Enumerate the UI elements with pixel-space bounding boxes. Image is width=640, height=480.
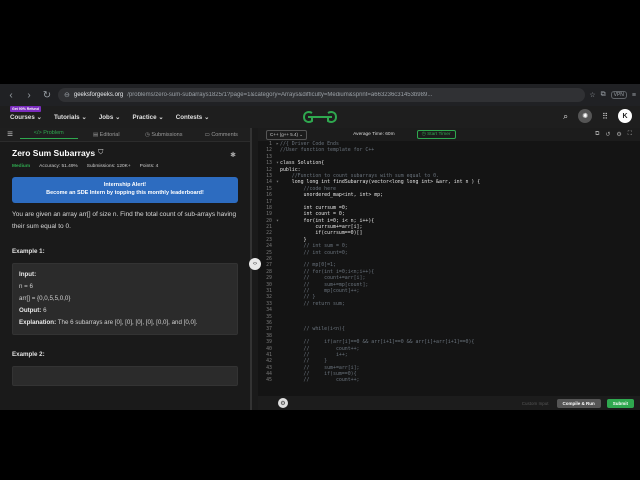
bookmark-star-icon[interactable]: ☆: [589, 91, 595, 99]
custom-input-toggle[interactable]: Custom Input: [522, 401, 549, 406]
chevron-down-icon: ⌄: [81, 113, 87, 121]
report-bug-icon[interactable]: ✱: [230, 151, 236, 159]
search-icon[interactable]: ⌕: [563, 111, 568, 122]
output-value: 6: [43, 307, 47, 314]
lock-icon: ⊖: [64, 92, 70, 99]
chevron-down-icon: ⌄: [204, 113, 210, 121]
reload-icon[interactable]: ↻: [40, 90, 54, 101]
accuracy-stat: Accuracy: 51.49%: [39, 164, 78, 169]
input-arr: arr[] = {0,0,5,5,0,0}: [19, 295, 71, 302]
nav-contests[interactable]: Contests ⌄: [176, 114, 210, 121]
problem-panel: ≡ </> Problem ▤ Editorial ◷ Submissions …: [0, 128, 252, 410]
submit-button[interactable]: Submit: [606, 398, 634, 408]
compile-run-button[interactable]: Compile & Run: [556, 398, 601, 408]
forward-icon[interactable]: ›: [22, 90, 36, 101]
reset-icon[interactable]: ↺: [605, 131, 610, 138]
example-1-box: Input: n = 6 arr[] = {0,0,5,5,0,0} Outpu…: [12, 263, 238, 335]
panel-resize-handle[interactable]: ‹›: [249, 258, 261, 270]
example-2-label: Example 2:: [12, 351, 45, 358]
code-text: // while(i<n){: [280, 326, 345, 333]
address-bar[interactable]: ⊖ geeksforgeeks.org /problems/zero-sum-s…: [58, 88, 586, 102]
vpn-badge[interactable]: VPN: [610, 91, 627, 99]
chevron-down-icon: ⌄: [158, 113, 164, 121]
site-header: Get 90% Refund Courses ⌄ Tutorials ⌄ Jobs ⌄…: [0, 105, 640, 128]
apps-grid-icon[interactable]: ⠿: [602, 112, 608, 121]
average-time: Average Time: 60m: [353, 132, 395, 137]
url-domain: geeksforgeeks.org: [73, 92, 124, 98]
example-1-label: Example 1:: [12, 248, 45, 255]
nav-tutorials[interactable]: Tutorials ⌄: [54, 114, 87, 121]
promo-badge: Get 90% Refund: [10, 105, 41, 112]
url-path: /problems/zero-sum-subarrays1825/1?page=…: [127, 92, 433, 98]
tab-comments[interactable]: ▭ Comments: [193, 132, 251, 138]
settings-icon[interactable]: ⚙: [616, 131, 621, 138]
tab-editorial[interactable]: ▤ Editorial: [78, 132, 136, 138]
back-icon[interactable]: ‹: [4, 90, 18, 101]
problem-description: You are given an array arr[] of size n. …: [12, 211, 237, 230]
code-text: unordered_map<int, int> mp;: [280, 192, 384, 199]
settings-gear-icon[interactable]: ⚙: [278, 398, 288, 408]
problem-title: Zero Sum Subarrays: [12, 148, 96, 158]
explanation-text: The 6 subarrays are [0], [0], [0], [0], …: [57, 319, 198, 326]
alert-subtitle: Become an SDE Intern by topping this mon…: [46, 190, 204, 196]
alert-title: Internship Alert!: [103, 182, 147, 188]
code-text: // return sum;: [280, 300, 345, 307]
explanation-label: Explanation:: [19, 319, 57, 326]
copy-icon[interactable]: ⧉: [595, 131, 599, 138]
difficulty-badge: Medium: [12, 164, 31, 169]
chevron-down-icon: ⌄: [115, 113, 121, 121]
internship-alert-banner[interactable]: Internship Alert! Become an SDE Intern b…: [12, 177, 238, 203]
bookmark-icon[interactable]: ⛉: [98, 149, 103, 157]
submissions-stat: Submissions: 120K+: [86, 164, 131, 169]
chevron-down-icon: ⌄: [36, 113, 42, 121]
problem-meta: Medium Accuracy: 51.49% Submissions: 120…: [0, 158, 250, 175]
language-select[interactable]: C++ (g++ 5.4) ⌄: [266, 129, 308, 140]
example-2-box: [12, 366, 238, 386]
extensions-icon[interactable]: ⧉: [601, 91, 606, 99]
menu-icon[interactable]: ≡: [632, 92, 636, 99]
theme-toggle-icon[interactable]: ✺: [578, 109, 593, 123]
nav-courses[interactable]: Get 90% Refund Courses ⌄: [10, 105, 42, 121]
tab-submissions[interactable]: ◷ Submissions: [135, 132, 193, 138]
line-number: 45: [266, 377, 272, 384]
points-stat: Points: 4: [139, 164, 159, 169]
input-n: n = 6: [19, 283, 33, 290]
start-timer-button[interactable]: ◷ Start Timer: [416, 130, 456, 139]
code-line[interactable]: 45 // count++;: [258, 377, 640, 383]
code-area[interactable]: 1 ▸//{ Driver Code Ends 12//User function …: [258, 141, 640, 397]
code-text: // int count=0;: [280, 249, 348, 256]
fullscreen-icon[interactable]: ⛶: [628, 131, 632, 138]
nav-practice[interactable]: Practice ⌄: [132, 114, 163, 121]
tab-problem[interactable]: </> Problem: [20, 130, 78, 139]
code-text: // count++;: [280, 377, 360, 384]
nav-jobs[interactable]: Jobs ⌄: [99, 114, 121, 121]
input-label: Input:: [19, 271, 37, 278]
editor-toolbar: C++ (g++ 5.4) ⌄ Average Time: 60m ◷ Star…: [258, 128, 640, 141]
browser-toolbar: ‹ › ↻ ⊖ geeksforgeeks.org /problems/zero…: [0, 84, 640, 106]
problem-tabs: ≡ </> Problem ▤ Editorial ◷ Submissions …: [0, 128, 250, 142]
code-editor-panel: C++ (g++ 5.4) ⌄ Average Time: 60m ◷ Star…: [258, 128, 640, 410]
screen: ‹ › ↻ ⊖ geeksforgeeks.org /problems/zero…: [0, 84, 640, 410]
output-label: Output:: [19, 307, 42, 314]
avatar[interactable]: K: [618, 109, 632, 123]
editor-footer: ⚙ Custom Input Compile & Run Submit: [258, 396, 640, 410]
hamburger-icon[interactable]: ≡: [0, 129, 20, 140]
gfg-logo[interactable]: [300, 109, 340, 125]
code-text: //User function template for C++: [280, 147, 375, 154]
